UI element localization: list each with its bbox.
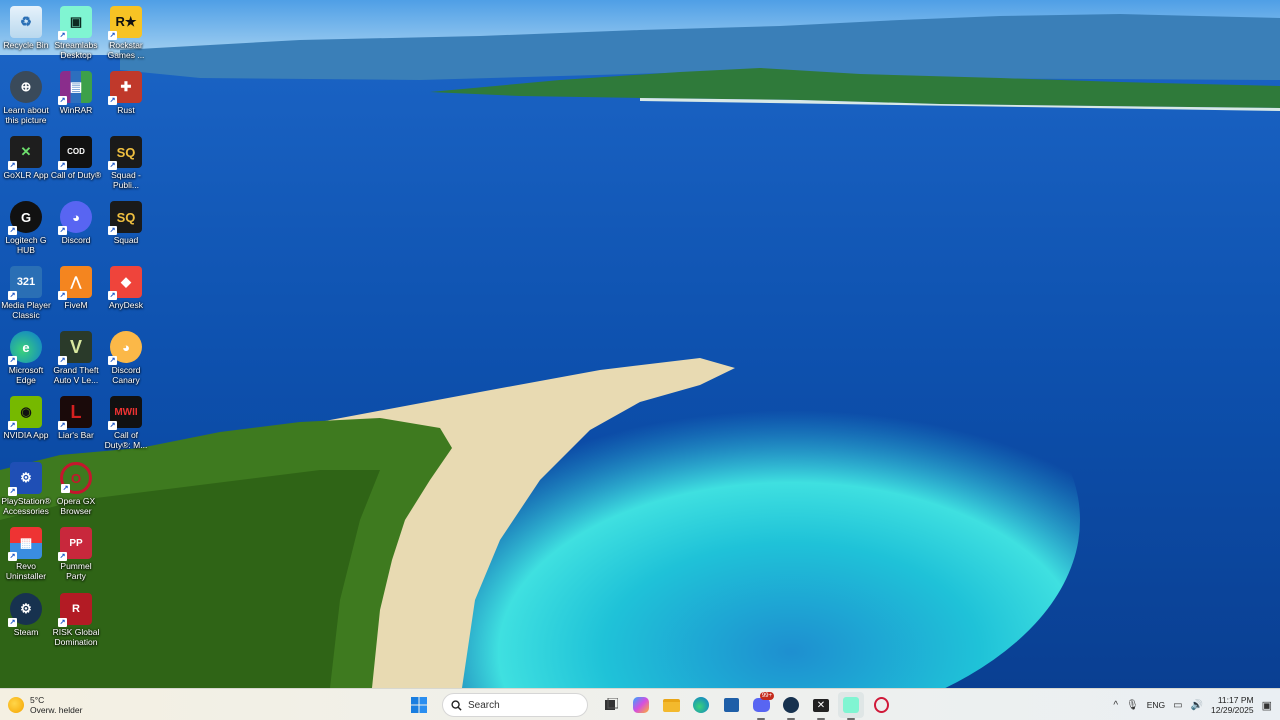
desktop-icon-logitech[interactable]: G ↗ Logitech G HUB (0, 201, 52, 255)
desktop-icon-cod-mw[interactable]: MWII ↗ Call of Duty®: M... (100, 396, 152, 450)
search-icon (451, 699, 462, 711)
streamlabs-icon (843, 697, 859, 713)
desktop-icon-rust[interactable]: ✚ ↗ Rust (100, 71, 152, 115)
notification-icon[interactable]: ▣ (1262, 699, 1272, 712)
clock[interactable]: 11:17 PM 12/29/2025 (1211, 695, 1254, 715)
liars-bar-icon: L ↗ (58, 396, 92, 430)
desktop-icon-liars-bar[interactable]: L ↗ Liar's Bar (50, 396, 102, 440)
recycle-bin-icon: ♻ (10, 6, 42, 38)
logitech-ghub-icon: G ↗ (8, 201, 42, 235)
desktop-icon-pummel-party[interactable]: PP ↗ Pummel Party (50, 527, 102, 581)
weather-temp: 5°C (30, 695, 45, 705)
desktop-icon-call-of-duty[interactable]: COD ↗ Call of Duty® (50, 136, 102, 180)
taskbar: 5°C Overw. helder Search 99+ ✕ ^ 🎙 ENG ▭… (0, 688, 1280, 720)
edge-icon (693, 697, 709, 713)
discord-taskbar-button[interactable]: 99+ (748, 692, 774, 720)
desktop-icon-nvidia[interactable]: ◉ ↗ NVIDIA App (0, 396, 52, 440)
desktop-icon-steam[interactable]: ⚙ ↗ Steam (0, 593, 52, 637)
sun-icon (8, 697, 24, 713)
desktop-icon-squad-public[interactable]: SQ ↗ Squad - Publi... (100, 136, 152, 190)
task-view-icon (605, 698, 618, 710)
discord-icon: ◕ ↗ (58, 201, 92, 235)
language-indicator[interactable]: ENG (1147, 700, 1165, 710)
desktop-icon-discord[interactable]: ◕ ↗ Discord (50, 201, 102, 245)
opera-icon (873, 697, 889, 713)
goxlr-icon: ✕ ↗ (8, 136, 42, 170)
streamlabs-icon: ▣ ↗ (58, 6, 92, 40)
microphone-icon[interactable]: 🎙 (1126, 700, 1139, 711)
goxlr-taskbar-button[interactable]: ✕ (808, 692, 834, 720)
desktop-icon-risk[interactable]: R ↗ RISK Global Domination (50, 593, 102, 647)
desktop-icon-goxlr[interactable]: ✕ ↗ GoXLR App (0, 136, 52, 180)
risk-icon: R ↗ (58, 593, 92, 627)
opera-taskbar-button[interactable] (868, 692, 894, 718)
rust-icon: ✚ ↗ (108, 71, 142, 105)
fivem-icon: ⋀ ↗ (58, 266, 92, 300)
copilot-button[interactable] (628, 692, 654, 718)
desktop-icon-rockstar[interactable]: R★ ↗ Rockstar Games ... (100, 6, 152, 60)
gta-v-icon: V ↗ (58, 331, 92, 365)
desktop-icon-streamlabs[interactable]: ▣ ↗ Streamlabs Desktop (50, 6, 102, 60)
winrar-icon: ▤ ↗ (58, 71, 92, 105)
opera-gx-icon: O ↗ (60, 462, 92, 494)
pummel-party-icon: PP ↗ (58, 527, 92, 561)
streamlabs-taskbar-button[interactable] (838, 692, 864, 720)
desktop-icon-edge[interactable]: e ↗ Microsoft Edge (0, 331, 52, 385)
copilot-icon (633, 697, 649, 713)
goxlr-icon: ✕ (813, 698, 829, 712)
rockstar-icon: R★ ↗ (108, 6, 142, 40)
start-button[interactable] (406, 692, 432, 718)
discord-icon (752, 698, 770, 712)
network-icon[interactable]: ▭ (1173, 700, 1182, 711)
anydesk-icon: ◆ ↗ (108, 266, 142, 300)
chevron-up-icon[interactable]: ^ (1113, 700, 1118, 711)
desktop-icon-discord-canary[interactable]: ◕ ↗ Discord Canary (100, 331, 152, 385)
desktop-icon-fivem[interactable]: ⋀ ↗ FiveM (50, 266, 102, 310)
steam-icon (783, 697, 799, 713)
edge-taskbar-button[interactable] (688, 692, 714, 718)
taskbar-center: Search 99+ ✕ (406, 692, 894, 720)
revo-uninstaller-icon: ▦ ↗ (8, 527, 42, 561)
weather-condition: Overw. helder (30, 705, 83, 715)
squad-icon: SQ ↗ (108, 201, 142, 235)
desktop-icon-opera-gx[interactable]: O ↗ Opera GX Browser (50, 462, 102, 516)
taskbar-search[interactable]: Search (442, 693, 588, 717)
desktop-wallpaper (0, 0, 1280, 688)
desktop-icon-playstation[interactable]: ⚙ ↗ PlayStation® Accessories (0, 462, 52, 516)
playstation-accessories-icon: ⚙ ↗ (8, 462, 42, 496)
desktop-icon-winrar[interactable]: ▤ ↗ WinRAR (50, 71, 102, 115)
volume-icon[interactable]: 🔊 (1191, 700, 1203, 711)
clock-time: 11:17 PM (1217, 695, 1254, 705)
desktop-icon-squad[interactable]: SQ ↗ Squad (100, 201, 152, 245)
learn-picture-icon: ⊕ (10, 71, 42, 103)
folder-icon (662, 698, 680, 712)
store-button[interactable] (718, 692, 744, 718)
call-of-duty-icon: COD ↗ (58, 136, 92, 170)
desktop-icon-media-player[interactable]: 321 ↗ Media Player Classic (0, 266, 52, 320)
store-icon (723, 698, 739, 712)
weather-widget[interactable]: 5°C Overw. helder (8, 692, 82, 718)
desktop-icon-learn-picture[interactable]: ⊕ Learn about this picture (0, 71, 52, 125)
desktop-icon-anydesk[interactable]: ◆ ↗ AnyDesk (100, 266, 152, 310)
discord-canary-icon: ◕ ↗ (108, 331, 142, 365)
steam-taskbar-button[interactable] (778, 692, 804, 720)
notification-badge: 99+ (759, 692, 774, 700)
desktop-icon-grid: ♻ Recycle Bin ▣ ↗ Streamlabs Desktop R★ ↗ … (0, 0, 160, 688)
nvidia-icon: ◉ ↗ (8, 396, 42, 430)
desktop-icon-recycle-bin[interactable]: ♻ Recycle Bin (0, 6, 52, 50)
cod-mw-icon: MWII ↗ (108, 396, 142, 430)
windows-logo-icon (411, 697, 427, 713)
clock-date: 12/29/2025 (1211, 705, 1254, 715)
file-explorer-button[interactable] (658, 692, 684, 718)
desktop-icon-gta-v[interactable]: V ↗ Grand Theft Auto V Le... (50, 331, 102, 385)
media-player-classic-icon: 321 ↗ (8, 266, 42, 300)
edge-icon: e ↗ (8, 331, 42, 365)
system-tray: ^ 🎙 ENG ▭ 🔊 11:17 PM 12/29/2025 ▣ (1113, 692, 1272, 718)
search-placeholder: Search (468, 699, 500, 711)
desktop-icon-revo[interactable]: ▦ ↗ Revo Uninstaller (0, 527, 52, 581)
steam-icon: ⚙ ↗ (8, 593, 42, 627)
squad-public-icon: SQ ↗ (108, 136, 142, 170)
task-view-button[interactable] (598, 692, 624, 718)
